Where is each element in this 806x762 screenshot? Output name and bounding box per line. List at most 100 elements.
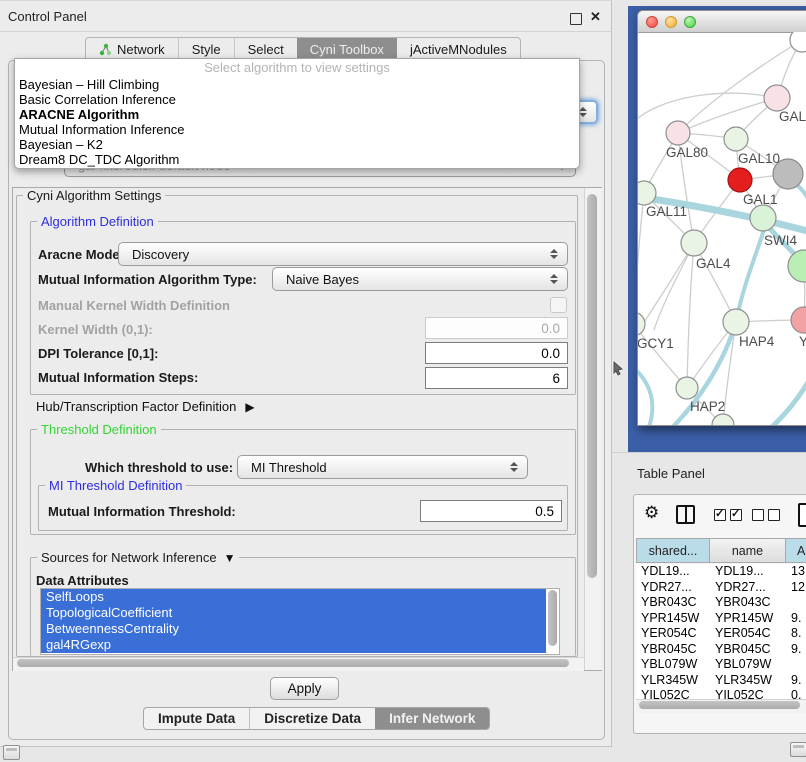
network-node[interactable]	[728, 168, 752, 192]
table-row[interactable]: YPR145WYPR145W9.	[636, 611, 806, 627]
mi-algorithm-type-combobox[interactable]: Naive Bayes	[272, 267, 568, 291]
combo-arrows-icon	[507, 462, 520, 472]
column-header-name[interactable]: name	[710, 538, 786, 563]
table-cell: YBL079W	[636, 657, 710, 673]
network-node[interactable]	[788, 250, 806, 282]
table-cell: YLR345W	[636, 673, 710, 689]
network-window-titlebar[interactable]	[638, 11, 806, 33]
network-node[interactable]	[712, 414, 734, 425]
network-node[interactable]	[666, 121, 690, 145]
table-cell: YPR145W	[710, 611, 786, 627]
aracne-mode-combobox[interactable]: Discovery	[118, 242, 568, 266]
algorithm-option[interactable]: Bayesian – K2	[15, 137, 579, 152]
control-panel-titlebar: Control Panel ✕	[0, 4, 611, 32]
network-edge[interactable]	[638, 93, 777, 127]
manual-kernel-width-checkbox[interactable]	[550, 297, 567, 313]
algorithm-option[interactable]: Dream8 DC_TDC Algorithm	[15, 152, 579, 167]
window-minimize-icon[interactable]	[665, 16, 677, 28]
network-edge[interactable]	[654, 243, 694, 330]
table-panel-titlebar: Table Panel	[612, 452, 806, 495]
mi-steps-field[interactable]	[425, 367, 568, 389]
network-graph[interactable]: GALGAL80GAL10GAL1GAL11SWI4GAL4GCY1HAP4YH…	[638, 32, 806, 425]
tab-infer-network[interactable]: Infer Network	[375, 708, 489, 729]
apply-button[interactable]: Apply	[270, 677, 339, 700]
dock-panel-icon[interactable]	[790, 742, 806, 757]
network-edge-highlighted[interactable]	[638, 362, 652, 425]
network-node[interactable]	[638, 181, 656, 205]
table-row[interactable]: YER054CYER054C8.	[636, 626, 806, 642]
data-attribute-item[interactable]: BetweennessCentrality	[41, 621, 546, 637]
close-panel-icon[interactable]: ✕	[590, 9, 601, 25]
column-header-shared-name[interactable]: shared...	[636, 538, 710, 563]
mouse-cursor	[612, 361, 624, 376]
table-row[interactable]: YBR045CYBR045C9.	[636, 642, 806, 658]
table-cell: 13	[786, 564, 806, 580]
table-cell: YPR145W	[636, 611, 710, 627]
table-row[interactable]: YDL19...YDL19...13	[636, 564, 806, 580]
network-node[interactable]	[681, 230, 707, 256]
table-row[interactable]: YDR27...YDR27...12	[636, 580, 806, 596]
threshold-definition-title: Threshold Definition	[37, 422, 161, 437]
table-cell: YDR27...	[710, 580, 786, 596]
network-node[interactable]	[791, 307, 806, 333]
network-edge[interactable]	[678, 98, 777, 133]
network-node[interactable]	[764, 85, 790, 111]
table-cell: YBR043C	[710, 595, 786, 611]
table-horizontal-scrollbar-thumb[interactable]	[639, 701, 800, 709]
table-row[interactable]: YLR345WYLR345W9.	[636, 673, 806, 689]
mi-threshold-label: Mutual Information Threshold:	[48, 504, 236, 519]
kernel-width-field[interactable]	[425, 317, 568, 339]
table-cell: 9.	[786, 673, 806, 689]
network-node[interactable]	[773, 159, 803, 189]
cyni-algorithm-settings-title: Cyni Algorithm Settings	[23, 188, 165, 203]
data-attribute-item[interactable]: TopologicalCoefficient	[41, 605, 546, 621]
select-all-columns-icon[interactable]	[714, 509, 742, 521]
network-tab-icon	[99, 43, 112, 56]
deselect-all-columns-icon[interactable]	[752, 509, 780, 521]
algorithm-option[interactable]: Basic Correlation Inference	[15, 92, 579, 107]
gear-icon[interactable]: ⚙	[644, 503, 659, 523]
table-row[interactable]: YBL079WYBL079W	[636, 657, 806, 673]
which-threshold-combobox[interactable]: MI Threshold	[237, 455, 528, 479]
data-attribute-item[interactable]: SelfLoops	[41, 589, 546, 605]
algorithm-option[interactable]: Mutual Information Inference	[15, 122, 579, 137]
hub-transcription-factor-section[interactable]: Hub/Transcription Factor Definition ▶	[36, 399, 255, 414]
network-edge-highlighted[interactable]	[718, 362, 806, 425]
mi-steps-label: Mutual Information Steps:	[38, 370, 198, 385]
new-table-icon[interactable]	[798, 503, 806, 527]
column-header-clipped[interactable]: A	[786, 538, 806, 563]
table-row[interactable]: YBR043CYBR043C	[636, 595, 806, 611]
network-edge[interactable]	[638, 193, 644, 324]
network-node[interactable]	[638, 312, 645, 336]
network-node[interactable]	[676, 377, 698, 399]
data-attribute-item[interactable]: gal4RGexp	[41, 637, 546, 653]
float-window-icon[interactable]	[570, 13, 582, 25]
window-zoom-icon[interactable]	[684, 16, 696, 28]
tab-impute-data[interactable]: Impute Data	[144, 708, 249, 729]
algorithm-option[interactable]: ARACNE Algorithm	[15, 107, 579, 122]
settings-horizontal-scrollbar-thumb[interactable]	[17, 659, 569, 667]
table-cell: 9.	[786, 642, 806, 658]
network-node[interactable]	[790, 32, 806, 52]
mi-threshold-field[interactable]	[420, 500, 562, 522]
table-cell: YDL19...	[636, 564, 710, 580]
network-node[interactable]	[750, 205, 776, 231]
network-node[interactable]	[724, 127, 748, 151]
collapsed-arrow-icon[interactable]: ▶	[245, 400, 254, 414]
attributes-list-scrollbar-thumb[interactable]	[548, 590, 557, 646]
algorithm-option[interactable]: Bayesian – Hill Climbing	[15, 77, 579, 92]
window-close-icon[interactable]	[646, 16, 658, 28]
dock-panel-icon[interactable]	[3, 745, 20, 760]
network-edge[interactable]	[687, 243, 694, 388]
settings-vertical-scrollbar-thumb[interactable]	[587, 194, 597, 578]
split-view-icon[interactable]	[676, 505, 695, 524]
table-cell: YBL079W	[710, 657, 786, 673]
dpi-tolerance-field[interactable]	[425, 342, 568, 364]
tab-discretize-data[interactable]: Discretize Data	[249, 708, 375, 729]
dpi-tolerance-label: DPI Tolerance [0,1]:	[38, 346, 158, 361]
expanded-arrow-icon[interactable]: ▼	[224, 551, 236, 565]
network-node[interactable]	[723, 309, 749, 335]
table-cell: YBR045C	[710, 642, 786, 658]
table-cell: 8.	[786, 626, 806, 642]
network-edge-highlighted[interactable]	[736, 224, 766, 322]
